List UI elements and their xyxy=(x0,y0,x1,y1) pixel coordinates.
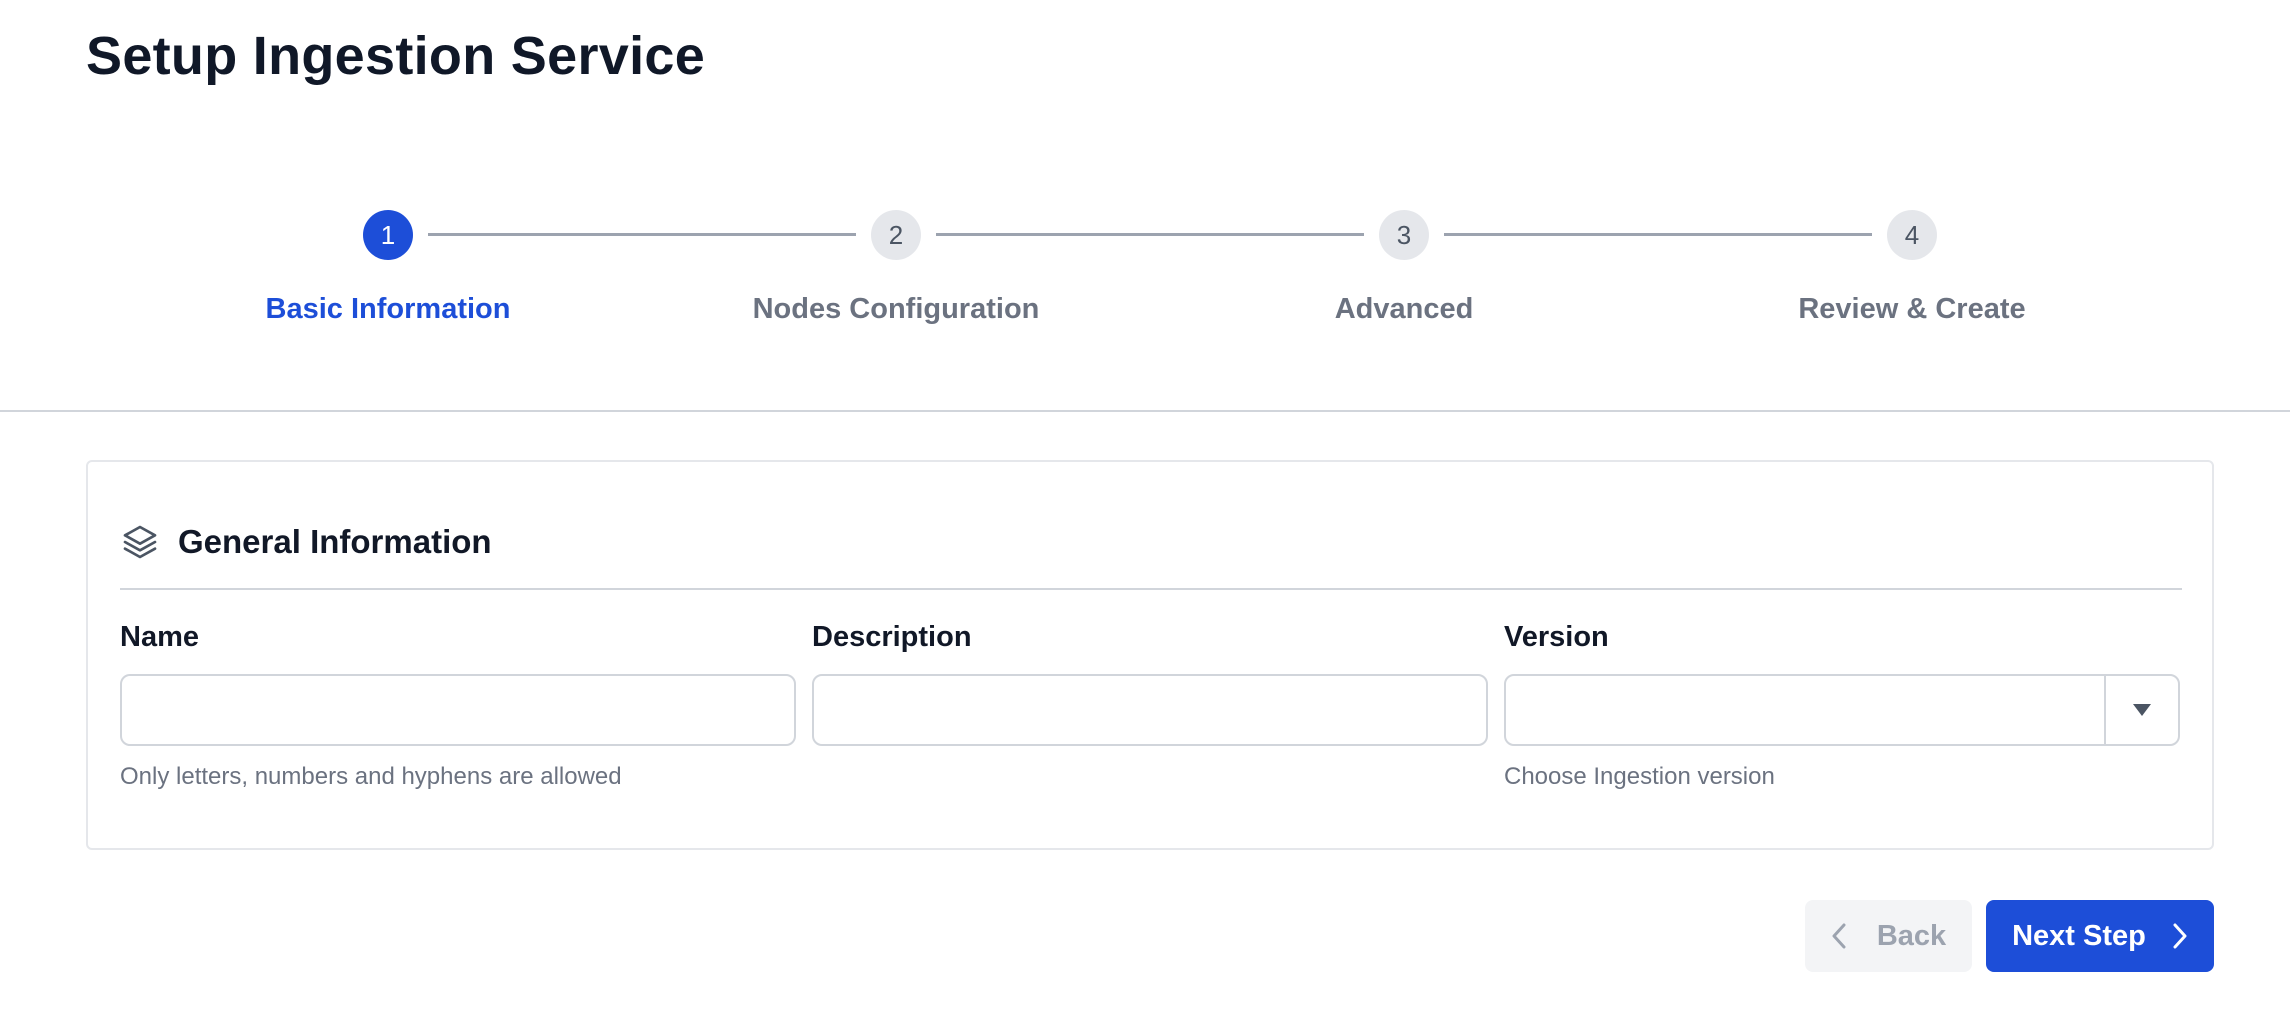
section-divider xyxy=(0,410,2290,412)
card-title: General Information xyxy=(178,523,492,560)
step-label: Nodes Configuration xyxy=(752,293,1040,325)
name-input[interactable] xyxy=(120,674,796,746)
chevron-right-icon xyxy=(2173,923,2187,949)
step-label: Review & Create xyxy=(1798,293,2026,325)
caret-down-icon xyxy=(2133,704,2151,716)
step-connector xyxy=(1444,233,1872,236)
step-connector xyxy=(936,233,1364,236)
layers-icon xyxy=(120,522,160,562)
next-step-button[interactable]: Next Step xyxy=(1986,900,2214,972)
step-number: 3 xyxy=(1379,210,1429,260)
version-help-text: Choose Ingestion version xyxy=(1504,763,1775,790)
step-connector xyxy=(428,233,856,236)
description-field-group: Description xyxy=(812,620,1488,746)
version-label: Version xyxy=(1504,621,1609,653)
general-information-card: General Information Name Only letters, n… xyxy=(86,460,2214,850)
step-label: Basic Information xyxy=(265,293,511,325)
step-label: Advanced xyxy=(1334,293,1474,325)
chevron-left-icon xyxy=(1832,923,1846,949)
step-number: 4 xyxy=(1887,210,1937,260)
step-number: 2 xyxy=(871,210,921,260)
back-button-label: Back xyxy=(1876,919,1947,952)
step-number: 1 xyxy=(363,210,413,260)
version-select[interactable] xyxy=(1504,674,2180,746)
description-input[interactable] xyxy=(812,674,1488,746)
card-divider xyxy=(120,588,2182,590)
name-help-text: Only letters, numbers and hyphens are al… xyxy=(120,763,622,790)
description-label: Description xyxy=(812,621,972,653)
stepper: 1 Basic Information 2 Nodes Configuratio… xyxy=(0,205,2290,335)
name-label: Name xyxy=(120,621,199,653)
card-header: General Information xyxy=(120,512,492,572)
back-button[interactable]: Back xyxy=(1805,900,1972,972)
page-title: Setup Ingestion Service xyxy=(86,26,706,86)
name-field-group: Name Only letters, numbers and hyphens a… xyxy=(120,620,796,792)
next-step-button-label: Next Step xyxy=(2012,919,2146,952)
version-dropdown-toggle[interactable] xyxy=(2104,676,2178,744)
version-field-group: Version Choose Ingestion version xyxy=(1504,620,2180,792)
